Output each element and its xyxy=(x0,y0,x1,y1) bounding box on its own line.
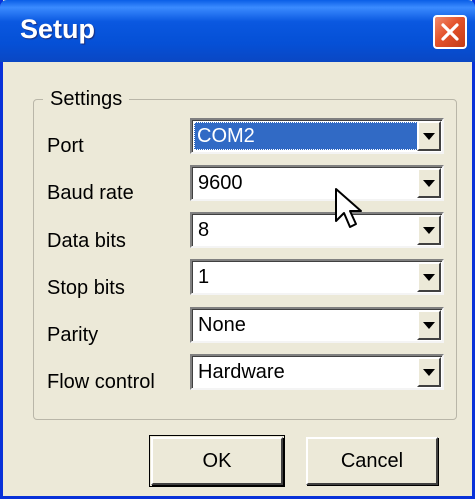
stop-bits-value: 1 xyxy=(198,266,210,288)
port-dropdown-button[interactable] xyxy=(417,121,441,151)
flow-control-dropdown-button[interactable] xyxy=(417,357,441,387)
port-select[interactable]: COM2 xyxy=(190,118,444,154)
data-bits-value: 8 xyxy=(198,219,210,241)
chevron-down-icon xyxy=(423,321,435,329)
baud-rate-dropdown-button[interactable] xyxy=(417,168,441,198)
data-bits-label: Data bits xyxy=(47,230,126,252)
mouse-pointer-icon xyxy=(335,188,362,228)
port-label: Port xyxy=(47,135,84,157)
stop-bits-dropdown-button[interactable] xyxy=(417,262,441,292)
flow-control-value: Hardware xyxy=(198,361,285,383)
baud-rate-label: Baud rate xyxy=(47,182,134,204)
data-bits-select[interactable]: 8 xyxy=(190,212,444,248)
ok-button[interactable]: OK xyxy=(149,435,285,487)
port-value: COM2 xyxy=(194,122,418,150)
chevron-down-icon xyxy=(423,179,435,187)
parity-value: None xyxy=(198,314,246,336)
close-button[interactable] xyxy=(433,15,467,49)
data-bits-dropdown-button[interactable] xyxy=(417,215,441,245)
close-icon xyxy=(441,23,459,41)
title-bar[interactable]: Setup xyxy=(0,0,475,62)
chevron-down-icon xyxy=(423,226,435,234)
flow-control-select[interactable]: Hardware xyxy=(190,354,444,390)
stop-bits-label: Stop bits xyxy=(47,277,125,299)
parity-select[interactable]: None xyxy=(190,307,444,343)
chevron-down-icon xyxy=(423,368,435,376)
chevron-down-icon xyxy=(423,132,435,140)
stop-bits-select[interactable]: 1 xyxy=(190,259,444,295)
cancel-button[interactable]: Cancel xyxy=(306,437,438,485)
baud-rate-select[interactable]: 9600 xyxy=(190,165,444,201)
parity-label: Parity xyxy=(47,324,99,346)
parity-dropdown-button[interactable] xyxy=(417,310,441,340)
settings-group-label: Settings xyxy=(43,88,130,111)
baud-rate-value: 9600 xyxy=(198,172,243,194)
chevron-down-icon xyxy=(423,273,435,281)
window-title: Setup xyxy=(20,14,96,44)
flow-control-label: Flow control xyxy=(47,371,155,393)
